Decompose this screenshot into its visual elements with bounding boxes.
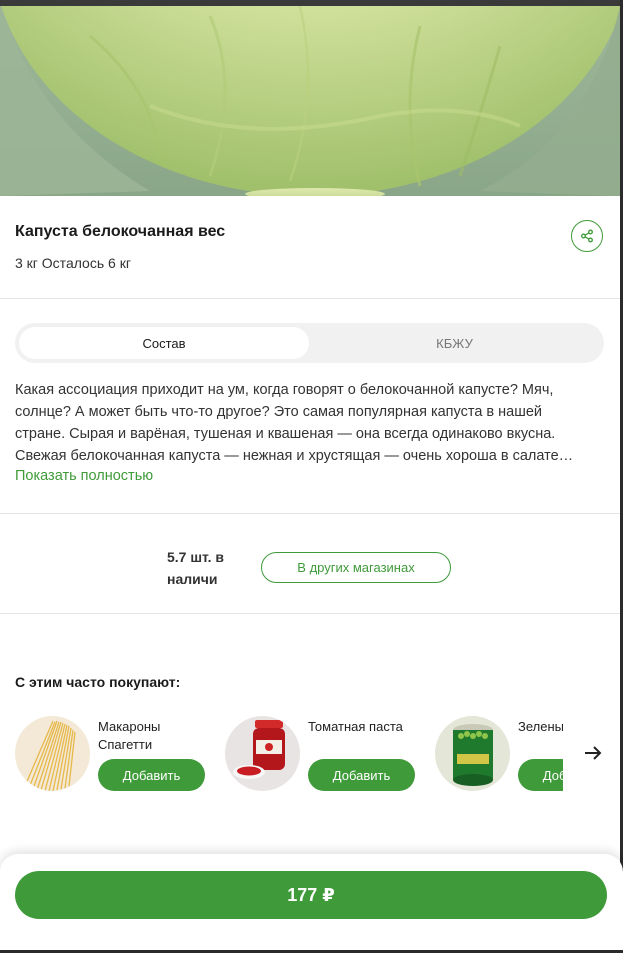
product-description: Какая ассоциация приходит на ум, когда г… <box>15 382 574 464</box>
buy-price-button[interactable]: 177 ₽ <box>15 871 607 919</box>
divider <box>0 613 620 614</box>
bottom-action-panel: 177 ₽ <box>0 854 623 953</box>
other-stores-button[interactable]: В других магазинах <box>261 552 451 583</box>
product-card: Макароны Спагетти Добавить <box>15 716 215 796</box>
product-card: Зеленый горошек Добавить <box>435 716 563 796</box>
product-card-name: Зеленый горошек <box>518 719 563 734</box>
product-card-name: Макароны Спагетти <box>98 719 161 752</box>
add-to-cart-button[interactable]: Добавить <box>308 759 415 791</box>
add-to-cart-button[interactable]: Добавить <box>518 759 563 791</box>
availability-text: 5.7 шт. в наличи <box>167 549 225 587</box>
tomato-paste-image <box>225 716 300 791</box>
product-card-name: Томатная паста <box>308 719 403 734</box>
show-more-link[interactable]: Показать полностью <box>15 468 153 484</box>
product-stock: 3 кг Осталось 6 кг <box>15 255 131 271</box>
product-card: Томатная паста Добавить <box>225 716 425 796</box>
add-to-cart-button[interactable]: Добавить <box>98 759 205 791</box>
product-title: Капуста белокочанная вес <box>15 223 226 240</box>
spaghetti-image <box>15 716 90 791</box>
often-bought-title: С этим часто покупают: <box>15 674 181 690</box>
info-tabs: Состав КБЖУ <box>15 323 604 363</box>
carousel-next-arrow-icon[interactable] <box>582 742 604 764</box>
divider <box>0 513 620 514</box>
product-header: Капуста белокочанная вес 3 кг Осталось 6… <box>0 196 620 299</box>
often-bought-carousel: Макароны Спагетти Добавить Томатная паст… <box>15 716 563 796</box>
tab-nutrition[interactable]: КБЖУ <box>309 327 600 359</box>
tab-composition[interactable]: Состав <box>19 327 309 359</box>
product-image <box>0 6 620 196</box>
share-button[interactable] <box>571 220 603 252</box>
share-icon <box>581 229 593 243</box>
green-peas-can-image <box>435 716 510 791</box>
